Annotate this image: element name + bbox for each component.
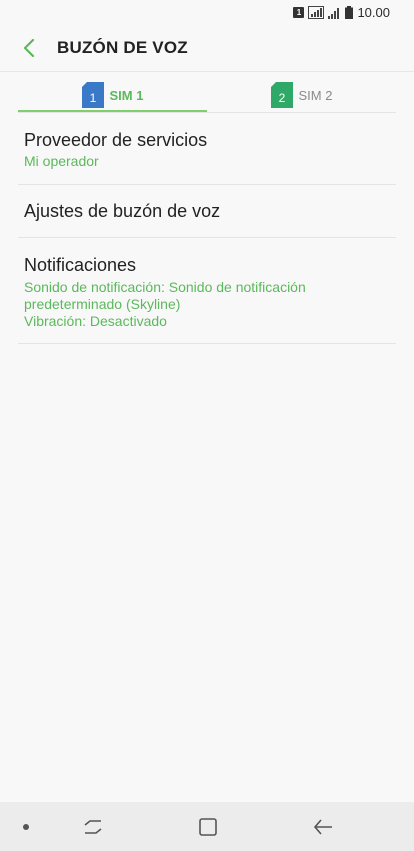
battery-icon bbox=[345, 6, 354, 19]
notification-sound-line-1: Sonido de notificación: Sonido de notifi… bbox=[24, 279, 306, 295]
tab-sim-2[interactable]: 2 SIM 2 bbox=[207, 78, 396, 112]
list-item-voicemail-settings[interactable]: Ajustes de buzón de voz bbox=[18, 185, 396, 238]
back-button[interactable] bbox=[16, 35, 42, 61]
sim-card-icon: 1 bbox=[81, 82, 104, 108]
tab-label-sim-2: SIM 2 bbox=[298, 87, 333, 103]
item-title: Ajustes de buzón de voz bbox=[24, 201, 221, 221]
svg-text:1: 1 bbox=[89, 91, 96, 105]
navigation-bar bbox=[0, 802, 414, 851]
item-title: Notificaciones bbox=[24, 255, 137, 275]
home-icon[interactable] bbox=[197, 816, 219, 838]
signal-icon bbox=[308, 6, 325, 19]
tabs-divider bbox=[18, 112, 396, 113]
header-divider bbox=[0, 71, 414, 72]
notification-sound-line-2: predeterminado (Skyline) bbox=[24, 296, 181, 312]
signal-strength-icon bbox=[328, 7, 340, 19]
item-summary: Sonido de notificación: Sonido de notifi… bbox=[24, 279, 384, 330]
status-right: 1 10.00 bbox=[293, 5, 390, 20]
tab-label-sim-1: SIM 1 bbox=[109, 87, 144, 103]
item-title: Proveedor de servicios bbox=[24, 130, 208, 150]
nav-dot-indicator bbox=[23, 824, 29, 830]
settings-list: Proveedor de servicios Mi operador Ajust… bbox=[18, 118, 396, 344]
list-item-notifications[interactable]: Notificaciones Sonido de notificación: S… bbox=[18, 238, 396, 344]
svg-text:2: 2 bbox=[278, 91, 285, 105]
list-item-service-provider[interactable]: Proveedor de servicios Mi operador bbox=[18, 118, 396, 185]
back-icon[interactable] bbox=[312, 816, 334, 838]
status-bar: 1 10.00 bbox=[0, 0, 414, 26]
tab-sim-1[interactable]: 1 SIM 1 bbox=[18, 78, 207, 112]
vibration-status: Vibración: Desactivado bbox=[24, 313, 167, 329]
sim-indicator: 1 bbox=[293, 7, 305, 18]
chevron-left-icon bbox=[23, 39, 35, 57]
recents-icon[interactable] bbox=[82, 816, 104, 838]
page-title: BUZÓN DE VOZ bbox=[57, 38, 188, 57]
item-value: Mi operador bbox=[24, 153, 99, 169]
sim-tabs: 1 SIM 1 2 SIM 2 bbox=[18, 78, 396, 112]
clock: 10.00 bbox=[357, 5, 390, 20]
sim-card-icon: 2 bbox=[270, 82, 293, 108]
app-header: BUZÓN DE VOZ bbox=[0, 26, 414, 72]
